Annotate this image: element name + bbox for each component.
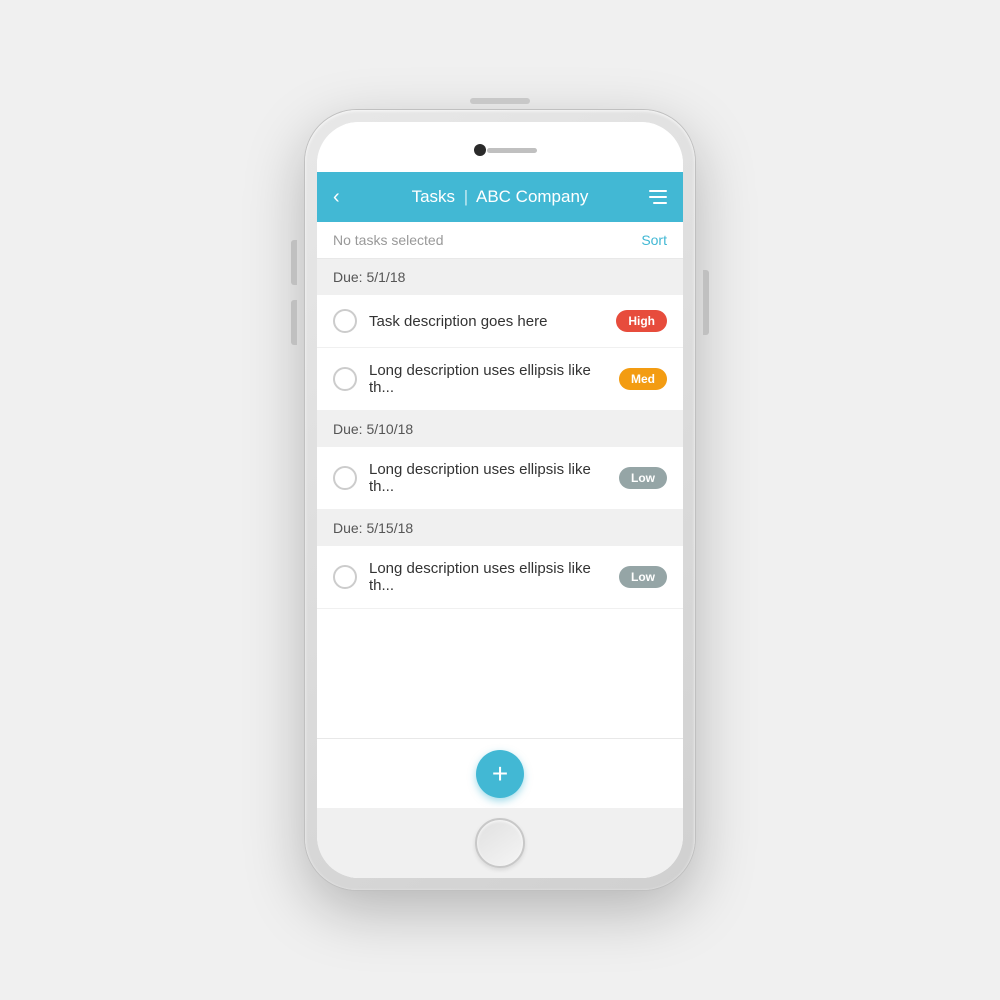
toolbar: No tasks selected Sort <box>317 222 683 259</box>
task-checkbox[interactable] <box>333 565 357 589</box>
task-description: Long description uses ellipsis like th..… <box>369 362 619 396</box>
header-title-tasks: Tasks <box>412 187 455 206</box>
header-company: ABC Company <box>476 187 588 206</box>
task-description: Task description goes here <box>369 313 616 330</box>
date-header-1: Due: 5/10/18 <box>317 411 683 447</box>
task-checkbox[interactable] <box>333 309 357 333</box>
add-task-button[interactable]: + <box>476 750 524 798</box>
plus-icon: + <box>492 760 508 788</box>
task-item[interactable]: Task description goes hereHigh <box>317 295 683 348</box>
task-item[interactable]: Long description uses ellipsis like th..… <box>317 447 683 510</box>
phone-frame: ‹ Tasks | ABC Company No tasks selected … <box>305 110 695 890</box>
date-header-0: Due: 5/1/18 <box>317 259 683 295</box>
task-checkbox[interactable] <box>333 367 357 391</box>
task-item[interactable]: Long description uses ellipsis like th..… <box>317 546 683 609</box>
menu-button[interactable] <box>643 190 667 204</box>
header-title: Tasks | ABC Company <box>357 187 643 207</box>
menu-line-2 <box>649 196 667 198</box>
menu-line-3 <box>653 202 667 204</box>
date-header-2: Due: 5/15/18 <box>317 510 683 546</box>
phone-speaker-bar <box>470 98 530 104</box>
front-camera <box>474 144 486 156</box>
app-header: ‹ Tasks | ABC Company <box>317 172 683 222</box>
status-bar <box>317 122 683 172</box>
priority-badge: High <box>616 310 667 332</box>
task-list[interactable]: Due: 5/1/18Task description goes hereHig… <box>317 259 683 738</box>
task-description: Long description uses ellipsis like th..… <box>369 560 619 594</box>
task-description: Long description uses ellipsis like th..… <box>369 461 619 495</box>
phone-screen: ‹ Tasks | ABC Company No tasks selected … <box>317 122 683 878</box>
volume-up-button <box>291 240 297 285</box>
power-button <box>703 270 709 335</box>
sort-button[interactable]: Sort <box>641 232 667 248</box>
priority-badge: Low <box>619 467 667 489</box>
back-button[interactable]: ‹ <box>333 186 357 209</box>
selection-status: No tasks selected <box>333 232 444 248</box>
volume-down-button <box>291 300 297 345</box>
header-separator: | <box>464 187 468 206</box>
home-button[interactable] <box>475 818 525 868</box>
earpiece-speaker <box>487 148 537 153</box>
menu-line-1 <box>649 190 667 192</box>
bottom-bar: + <box>317 738 683 808</box>
priority-badge: Med <box>619 368 667 390</box>
task-checkbox[interactable] <box>333 466 357 490</box>
app-content: ‹ Tasks | ABC Company No tasks selected … <box>317 172 683 808</box>
task-item[interactable]: Long description uses ellipsis like th..… <box>317 348 683 411</box>
priority-badge: Low <box>619 566 667 588</box>
home-button-area <box>317 808 683 878</box>
